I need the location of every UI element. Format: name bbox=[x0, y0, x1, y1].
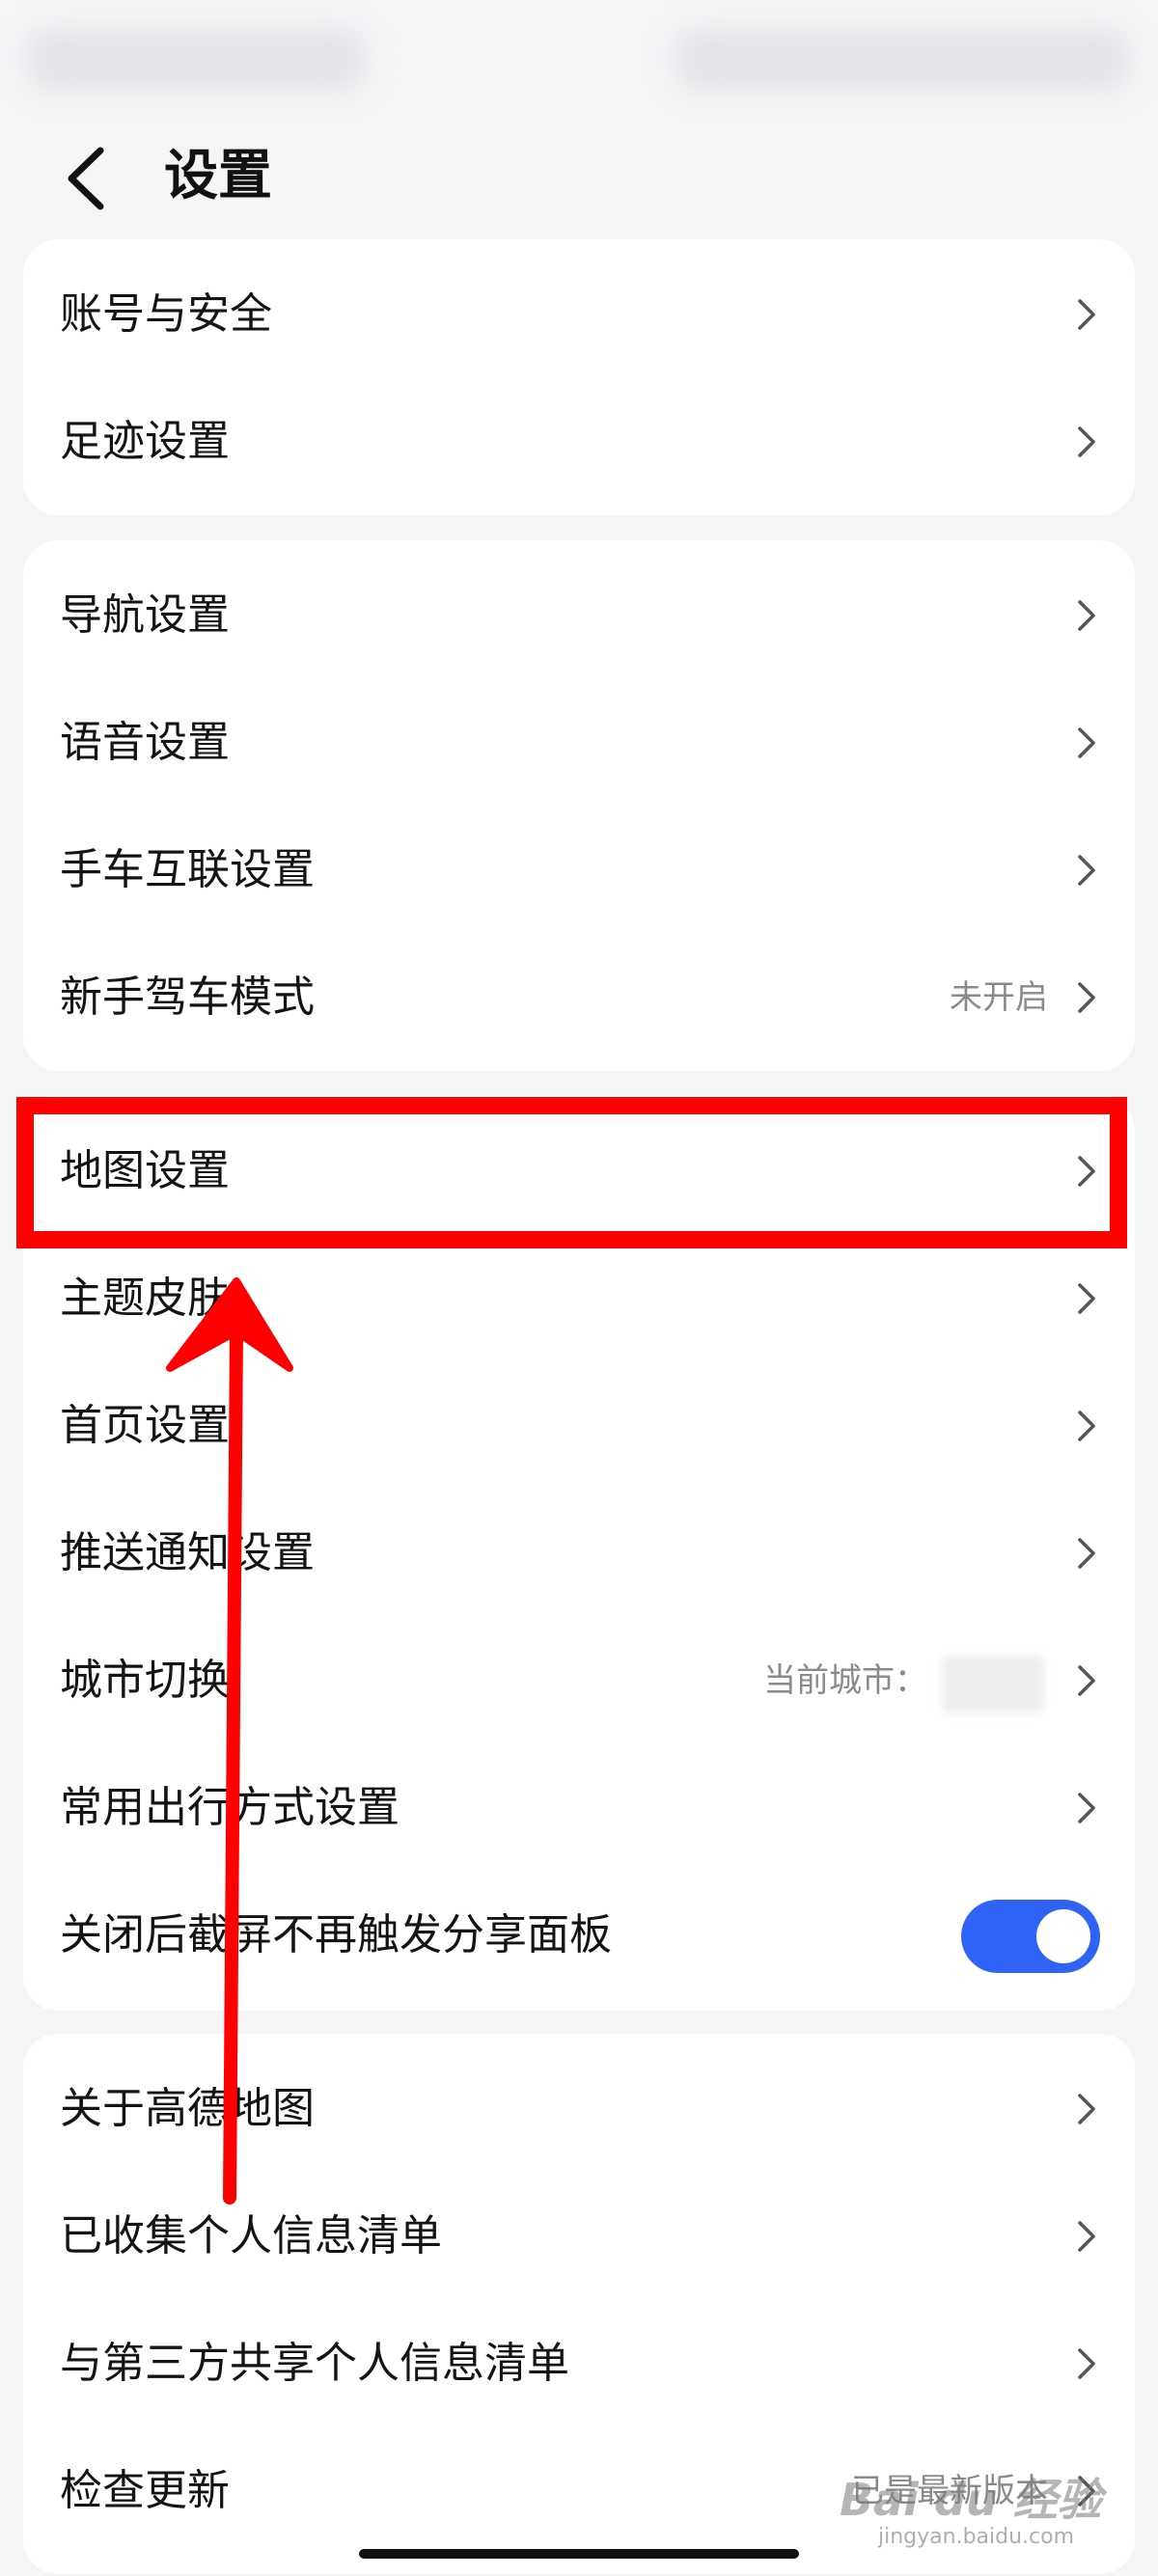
settings-row-map-settings[interactable]: 地图设置 bbox=[23, 1108, 1135, 1235]
chevron-right-icon bbox=[1078, 2094, 1095, 2124]
settings-row-novice-driving[interactable]: 新手驾车模式 未开启 bbox=[23, 934, 1135, 1061]
settings-row-push-notification[interactable]: 推送通知设置 bbox=[23, 1490, 1135, 1617]
row-label: 地图设置 bbox=[60, 1146, 230, 1195]
chevron-right-icon bbox=[1078, 1793, 1095, 1823]
chevron-right-icon bbox=[1078, 2221, 1095, 2252]
row-label: 已收集个人信息清单 bbox=[60, 2211, 442, 2261]
chevron-right-icon bbox=[1078, 855, 1095, 886]
chevron-right-icon bbox=[1078, 1538, 1095, 1569]
row-label: 导航设置 bbox=[60, 590, 230, 640]
settings-row-screenshot-share: 关闭后截屏不再触发分享面板 bbox=[23, 1872, 1135, 1999]
chevron-right-icon bbox=[1078, 1665, 1095, 1696]
status-bar-right-blurred bbox=[676, 29, 1129, 91]
screenshot-share-toggle[interactable] bbox=[961, 1900, 1100, 1973]
settings-row-phone-car-link[interactable]: 手车互联设置 bbox=[23, 807, 1135, 934]
settings-row-shared-info[interactable]: 与第三方共享个人信息清单 bbox=[23, 2300, 1135, 2427]
settings-row-travel-mode[interactable]: 常用出行方式设置 bbox=[23, 1744, 1135, 1872]
row-label: 关于高德地图 bbox=[60, 2084, 315, 2133]
row-label: 手车互联设置 bbox=[60, 845, 315, 894]
header: 设置 bbox=[0, 125, 1158, 232]
settings-row-collected-info[interactable]: 已收集个人信息清单 bbox=[23, 2173, 1135, 2300]
row-label: 语音设置 bbox=[60, 718, 230, 767]
status-bar bbox=[0, 0, 1158, 125]
watermark: Bai du 经验 jingyan.baidu.com bbox=[840, 2455, 1129, 2562]
settings-row-city-switch[interactable]: 城市切换 当前城市： bbox=[23, 1617, 1135, 1744]
settings-row-theme-skin[interactable]: 主题皮肤 bbox=[23, 1235, 1135, 1362]
chevron-right-icon bbox=[1078, 426, 1095, 457]
row-label: 足迹设置 bbox=[60, 417, 230, 466]
row-label: 推送通知设置 bbox=[60, 1528, 315, 1577]
row-label: 首页设置 bbox=[60, 1401, 230, 1450]
row-label: 检查更新 bbox=[60, 2466, 230, 2515]
chevron-right-icon bbox=[1078, 1411, 1095, 1441]
home-indicator[interactable] bbox=[359, 2549, 799, 2559]
settings-group-map: 地图设置 主题皮肤 首页设置 推送通知设置 城市切换 当前城市： 常用出行方式设… bbox=[23, 1096, 1135, 2011]
settings-group-account: 账号与安全 足迹设置 bbox=[23, 239, 1135, 515]
row-label: 关闭后截屏不再触发分享面板 bbox=[60, 1910, 612, 1959]
row-label: 常用出行方式设置 bbox=[60, 1783, 400, 1832]
row-label: 与第三方共享个人信息清单 bbox=[60, 2339, 569, 2388]
settings-row-voice[interactable]: 语音设置 bbox=[23, 679, 1135, 807]
chevron-right-icon bbox=[1078, 982, 1095, 1013]
row-label: 主题皮肤 bbox=[60, 1274, 230, 1323]
watermark-url: jingyan.baidu.com bbox=[878, 2525, 1075, 2549]
row-label: 城市切换 bbox=[60, 1656, 230, 1705]
settings-row-about[interactable]: 关于高德地图 bbox=[23, 2045, 1135, 2173]
page-title: 设置 bbox=[164, 145, 272, 207]
row-value: 未开启 bbox=[950, 978, 1048, 1017]
settings-row-account-security[interactable]: 账号与安全 bbox=[23, 251, 1135, 378]
chevron-right-icon bbox=[1078, 727, 1095, 758]
chevron-right-icon bbox=[1078, 600, 1095, 631]
row-label: 新手驾车模式 bbox=[60, 973, 315, 1022]
watermark-brand: Bai du 经验 bbox=[840, 2474, 1102, 2526]
chevron-right-icon bbox=[1078, 1156, 1095, 1187]
settings-row-footprint[interactable]: 足迹设置 bbox=[23, 378, 1135, 506]
chevron-right-icon bbox=[1078, 2348, 1095, 2379]
chevron-right-icon bbox=[1078, 299, 1095, 330]
chevron-right-icon bbox=[1078, 1283, 1095, 1314]
status-bar-left-blurred bbox=[27, 29, 365, 91]
row-label: 账号与安全 bbox=[60, 289, 272, 339]
settings-row-navigation[interactable]: 导航设置 bbox=[23, 552, 1135, 679]
row-value-current-city: 当前城市： bbox=[763, 1661, 927, 1700]
city-name-blurred bbox=[942, 1656, 1044, 1713]
toggle-knob bbox=[1036, 1909, 1090, 1963]
back-button[interactable] bbox=[46, 135, 133, 222]
settings-row-home-page[interactable]: 首页设置 bbox=[23, 1362, 1135, 1490]
chevron-left-icon bbox=[68, 147, 104, 210]
settings-group-navigation: 导航设置 语音设置 手车互联设置 新手驾车模式 未开启 bbox=[23, 540, 1135, 1071]
